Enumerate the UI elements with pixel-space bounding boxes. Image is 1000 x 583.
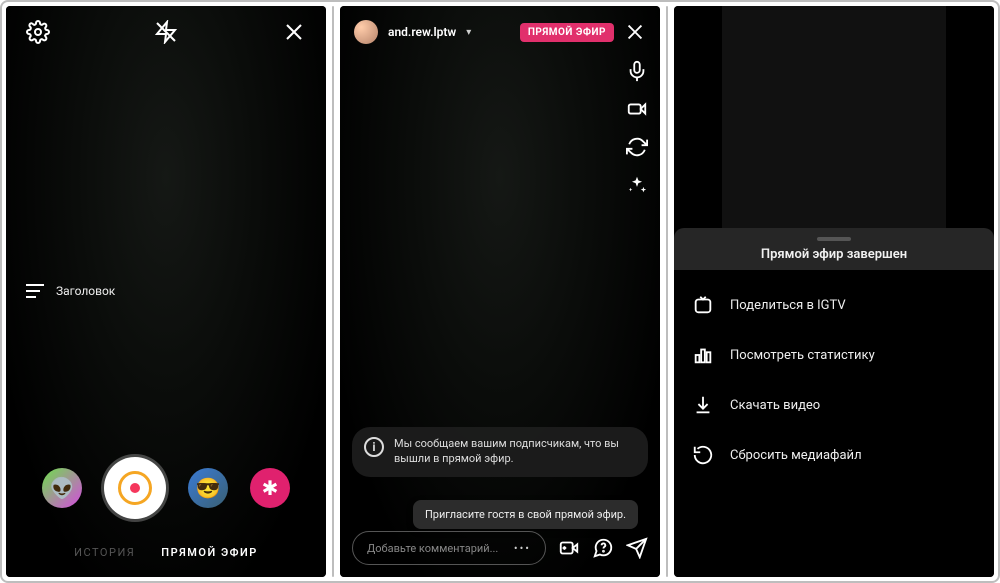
settings-icon[interactable]	[26, 20, 50, 44]
view-stats-item[interactable]: Посмотреть статистику	[692, 330, 976, 380]
mode-story[interactable]: ИСТОРИЯ	[74, 546, 135, 559]
filter-alien[interactable]: 👽	[42, 468, 82, 508]
frame-divider	[332, 6, 334, 577]
add-guest-icon[interactable]	[558, 537, 580, 559]
igtv-icon	[692, 294, 714, 316]
camera-preview	[340, 6, 660, 577]
info-icon: i	[364, 437, 384, 457]
live-shutter-button[interactable]	[104, 457, 166, 519]
frame-divider	[666, 6, 668, 577]
close-icon[interactable]	[282, 20, 306, 44]
share-igtv-item[interactable]: Поделиться в IGTV	[692, 280, 976, 330]
stats-icon	[692, 344, 714, 366]
chevron-down-icon[interactable]: ▾	[466, 27, 471, 38]
live-notice-text: Мы сообщаем вашим подписчикам, что вы вы…	[394, 437, 636, 467]
discard-icon	[692, 444, 714, 466]
live-notice: i Мы сообщаем вашим подписчикам, что вы …	[352, 427, 648, 477]
live-shutter-icon	[118, 471, 152, 505]
screen-live-setup: Заголовок 👽 😎 ✱ ИСТОРИЯ ПРЯМОЙ ЭФИР	[6, 6, 326, 577]
discard-media-item[interactable]: Сбросить медиафайл	[692, 430, 976, 480]
username-label[interactable]: and.rew.lptw	[388, 25, 456, 39]
screen-live-ended: Прямой эфир завершен Поделиться в IGTV П…	[674, 6, 994, 577]
filter-carousel[interactable]: 👽 😎 ✱	[6, 457, 326, 519]
filter-sunglasses[interactable]: 😎	[188, 468, 228, 508]
title-row[interactable]: Заголовок	[26, 284, 115, 298]
close-icon[interactable]	[624, 21, 646, 43]
sheet-item-label: Посмотреть статистику	[730, 348, 875, 363]
ended-sheet: Прямой эфир завершен Поделиться в IGTV П…	[674, 228, 994, 577]
filter-sparkle[interactable]: ✱	[250, 468, 290, 508]
share-icon[interactable]	[626, 537, 648, 559]
flash-off-icon[interactable]	[154, 20, 178, 44]
sheet-item-label: Поделиться в IGTV	[730, 298, 846, 313]
comment-placeholder: Добавьте комментарий...	[367, 542, 498, 555]
avatar[interactable]	[354, 20, 378, 44]
download-icon	[692, 394, 714, 416]
title-label: Заголовок	[56, 284, 115, 298]
switch-camera-icon[interactable]	[626, 136, 648, 158]
effects-icon[interactable]	[626, 174, 648, 196]
invite-guest-tooltip: Пригласите гостя в свой прямой эфир.	[413, 500, 638, 529]
comment-input[interactable]: Добавьте комментарий... •••	[352, 531, 546, 565]
more-icon[interactable]: •••	[514, 542, 531, 555]
three-screens-frame: Заголовок 👽 😎 ✱ ИСТОРИЯ ПРЯМОЙ ЭФИР and.…	[0, 0, 1000, 583]
ended-preview	[722, 6, 946, 228]
mode-selector[interactable]: ИСТОРИЯ ПРЯМОЙ ЭФИР	[6, 546, 326, 559]
sheet-grabber[interactable]	[817, 237, 851, 241]
sheet-item-label: Сбросить медиафайл	[730, 448, 862, 463]
download-video-item[interactable]: Скачать видео	[692, 380, 976, 430]
sheet-item-label: Скачать видео	[730, 398, 820, 413]
question-icon[interactable]	[592, 537, 614, 559]
live-badge: ПРЯМОЙ ЭФИР	[520, 23, 614, 42]
sheet-header[interactable]: Прямой эфир завершен	[674, 228, 994, 270]
microphone-icon[interactable]	[626, 60, 648, 82]
screen-live-broadcast: and.rew.lptw ▾ ПРЯМОЙ ЭФИР i Мы сообщаем…	[340, 6, 660, 577]
title-lines-icon	[26, 284, 44, 298]
sheet-title: Прямой эфир завершен	[761, 247, 907, 262]
mode-live[interactable]: ПРЯМОЙ ЭФИР	[161, 546, 258, 559]
camera-toggle-icon[interactable]	[626, 98, 648, 120]
